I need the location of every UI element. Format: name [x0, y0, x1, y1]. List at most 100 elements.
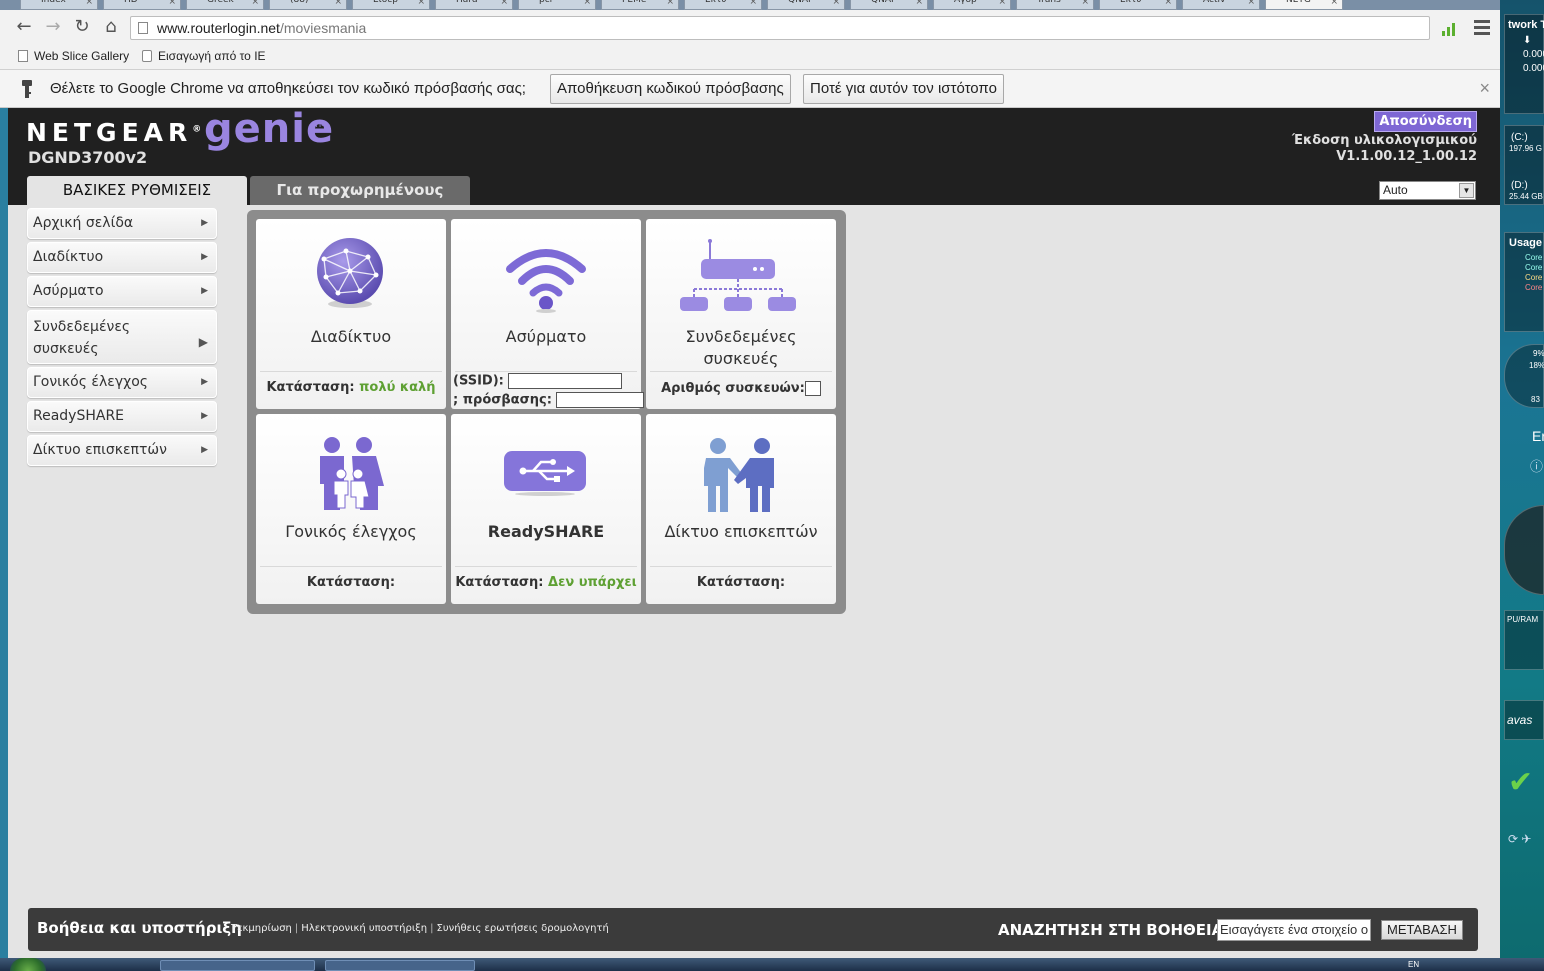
chevron-down-icon[interactable]: ▼	[1459, 183, 1474, 198]
browser-tab-label: Εκτύ	[1120, 0, 1142, 5]
card-status: Αριθμός συσκευών:	[646, 381, 836, 396]
close-icon[interactable]: ×	[1479, 78, 1490, 99]
browser-tab[interactable]: Εκτύ ×	[1099, 0, 1177, 10]
browser-tab[interactable]: pci ×	[518, 0, 596, 10]
close-icon[interactable]: ×	[1164, 0, 1172, 7]
forward-icon[interactable]: →	[41, 15, 65, 39]
close-icon[interactable]: ×	[1247, 0, 1255, 7]
close-icon[interactable]: ×	[832, 0, 840, 7]
tab-basic-settings[interactable]: ΒΑΣΙΚΕΣ ΡΥΘΜΙΣΕΙΣ	[27, 176, 247, 205]
wireless-card[interactable]: Ασύρματο (SSID): ; πρόσβασης:	[451, 219, 645, 409]
close-icon[interactable]: ×	[168, 0, 176, 7]
footer-link-online-support[interactable]: Ηλεκτρονική υποστήριξη	[301, 923, 427, 934]
browser-tab[interactable]: QNAP ×	[850, 0, 928, 10]
browser-tab-strip: Index × HD × Greek × (88) × Εισερ × Hard × pci × PEMe ×…	[0, 0, 1500, 10]
browser-tab-label: PEMe	[622, 0, 647, 5]
close-icon[interactable]: ×	[666, 0, 674, 7]
browser-toolbar: ← → ↻ ⌂ www.routerlogin.net/moviesmania	[0, 10, 1500, 44]
network-devices-icon	[680, 239, 796, 311]
sidebar-item-attached-devices[interactable]: Συνδεδεμένες συσκευές ▶	[27, 310, 217, 364]
taskbar-language[interactable]: EN	[1408, 960, 1419, 969]
home-icon[interactable]: ⌂	[99, 15, 123, 39]
browser-tab[interactable]: Αγορ ×	[933, 0, 1011, 10]
guest-network-card[interactable]: Δίκτυο επισκεπτών Κατάσταση:	[646, 414, 836, 604]
help-search-go-button[interactable]: ΜΕΤΑΒΑΣΗ	[1381, 920, 1463, 940]
address-host: www.routerlogin.net	[157, 20, 280, 36]
readyshare-card[interactable]: ReadySHARE Κατάσταση: Δεν υπάρχει	[451, 414, 641, 604]
reload-icon[interactable]: ↻	[70, 15, 94, 39]
browser-tab[interactable]: Activ ×	[1182, 0, 1260, 10]
close-icon[interactable]: ×	[251, 0, 259, 7]
close-icon[interactable]: ×	[1330, 0, 1338, 7]
globe-icon	[317, 238, 383, 308]
usage-row: Core	[1525, 263, 1543, 272]
usage-title: Usage	[1509, 237, 1543, 249]
browser-tab[interactable]: Εκτύ ×	[684, 0, 762, 10]
browser-tab[interactable]: Greek ×	[186, 0, 264, 10]
taskbar-window[interactable]	[325, 960, 475, 971]
never-save-button[interactable]: Ποτέ για αυτόν τον ιστότοπο	[803, 74, 1004, 104]
close-icon[interactable]: ×	[334, 0, 342, 7]
browser-tab[interactable]: Trans ×	[1016, 0, 1094, 10]
sidebar-item-label: Διαδίκτυο	[33, 249, 104, 265]
signal-icon[interactable]	[1442, 22, 1458, 36]
card-title-line2: συσκευές	[703, 349, 779, 368]
address-bar[interactable]: www.routerlogin.net/moviesmania	[130, 16, 1430, 40]
close-icon[interactable]: ×	[417, 0, 425, 7]
browser-tab[interactable]: QNAP ×	[767, 0, 845, 10]
browser-tab[interactable]: PEMe ×	[601, 0, 679, 10]
sidebar-item-label: συσκευές	[33, 341, 99, 357]
close-icon[interactable]: ×	[85, 0, 93, 7]
help-search-label: ΑΝΑΖΗΤΗΣΗ ΣΤΗ ΒΟΗΘΕΙΑ	[998, 921, 1224, 939]
tab-advanced[interactable]: Για προχωρημένους	[250, 176, 470, 205]
close-icon[interactable]: ×	[500, 0, 508, 7]
genie-logo: genie	[204, 106, 335, 152]
usage-row: Core	[1525, 273, 1543, 282]
bookmark-web-slice-gallery[interactable]: Web Slice Gallery	[16, 49, 129, 63]
sidebar-item-home[interactable]: Αρχική σελίδα ▶	[27, 208, 217, 239]
chevron-right-icon: ▶	[201, 286, 208, 296]
close-icon[interactable]: ×	[583, 0, 591, 7]
browser-tab[interactable]: Εισερ ×	[352, 0, 430, 10]
browser-tab[interactable]: HD ×	[103, 0, 181, 10]
close-icon[interactable]: ×	[915, 0, 923, 7]
sidebar-item-parental-controls[interactable]: Γονικός έλεγχος ▶	[27, 367, 217, 398]
gauge-value: 9%	[1533, 349, 1544, 358]
menu-icon[interactable]	[1474, 20, 1490, 36]
browser-tab[interactable]: (88) ×	[269, 0, 347, 10]
card-status: Κατάσταση:	[256, 575, 446, 590]
taskbar-chrome-window[interactable]	[160, 960, 315, 971]
save-password-button[interactable]: Αποθήκευση κωδικού πρόσβασης	[550, 74, 791, 104]
sidebar-item-guest-network[interactable]: Δίκτυο επισκεπτών ▶	[27, 435, 217, 466]
browser-tab[interactable]: NETG ×	[1265, 0, 1343, 10]
language-value: Auto	[1383, 183, 1408, 197]
browser-tab[interactable]: Hard ×	[435, 0, 513, 10]
browser-tab[interactable]: Index ×	[20, 0, 98, 10]
network-gadget-title: twork T	[1508, 19, 1544, 31]
footer-link-router-faq[interactable]: Συνήθεις ερωτήσεις δρομολογητή	[437, 923, 609, 934]
windows-taskbar: EN	[0, 958, 1544, 971]
model-name: DGND3700v2	[28, 148, 148, 167]
sidebar-item-internet[interactable]: Διαδίκτυο ▶	[27, 242, 217, 273]
close-icon[interactable]: ×	[749, 0, 757, 7]
back-icon[interactable]: ←	[12, 15, 36, 39]
language-select[interactable]: Auto ▼	[1379, 181, 1476, 200]
parental-controls-card[interactable]: Γονικός έλεγχος Κατάσταση:	[256, 414, 446, 604]
cpu-ram-gadget: PU/RAM	[1504, 610, 1544, 670]
info-icon: ⓘ	[1530, 459, 1544, 474]
start-button[interactable]	[10, 958, 46, 971]
help-search-input[interactable]: Εισαγάγετε ένα στοιχείο ο	[1217, 919, 1371, 941]
footer-link-documentation[interactable]: Τεκμηρίωση	[231, 923, 292, 934]
attached-devices-card[interactable]: Συνδεδεμένες συσκευές Αριθμός συσκευών:	[646, 219, 836, 409]
close-icon[interactable]: ×	[998, 0, 1006, 7]
close-icon[interactable]: ×	[1081, 0, 1089, 7]
page-icon	[18, 50, 28, 62]
logout-button[interactable]: Αποσύνδεση	[1374, 111, 1477, 132]
internet-card[interactable]: Διαδίκτυο Κατάσταση: πολύ καλή	[256, 219, 446, 409]
sidebar-item-wireless[interactable]: Ασύρματο ▶	[27, 276, 217, 307]
status-label: Κατάσταση:	[455, 575, 544, 590]
help-footer: Βοήθεια και υποστήριξη Τεκμηρίωση | Ηλεκτρ…	[28, 908, 1478, 951]
sidebar-item-readyshare[interactable]: ReadySHARE ▶	[27, 401, 217, 432]
bookmark-import-from-ie[interactable]: Εισαγωγή από το IE	[140, 49, 266, 63]
firmware-version: V1.1.00.12_1.00.12	[1336, 149, 1477, 164]
